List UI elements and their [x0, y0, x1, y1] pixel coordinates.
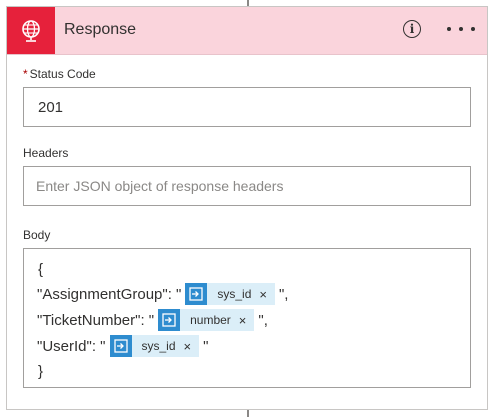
headers-input[interactable]: Enter JSON object of response headers	[23, 166, 471, 206]
remove-token-icon[interactable]: ×	[259, 287, 267, 302]
body-line-key: "UserId": "	[37, 337, 106, 355]
token-label: sys_id	[217, 287, 252, 301]
remove-token-icon[interactable]: ×	[239, 313, 247, 328]
action-icon-tile	[7, 7, 55, 54]
status-code-label-text: Status Code	[29, 67, 96, 81]
body-line-assignment-group: "AssignmentGroup": " sys_id × ",	[37, 283, 288, 305]
open-brace: {	[38, 261, 44, 278]
remove-token-icon[interactable]: ×	[184, 339, 192, 354]
more-options-icon[interactable]	[447, 19, 475, 39]
response-action-card: Response i * Status Code 201 Headers Ente…	[6, 6, 488, 410]
body-input[interactable]: { "AssignmentGroup": " sys_id × ", "Tick…	[23, 248, 471, 388]
token-label: number	[190, 313, 231, 327]
body-line-user-id: "UserId": " sys_id × "	[37, 335, 208, 357]
headers-label: Headers	[23, 146, 69, 160]
action-title: Response	[64, 21, 137, 38]
body-line-ticket-number: "TicketNumber": " number × ",	[37, 309, 268, 331]
dynamic-content-icon	[109, 335, 132, 357]
dynamic-token-sys-id[interactable]: sys_id ×	[109, 335, 200, 357]
info-icon[interactable]: i	[403, 20, 421, 38]
body-label: Body	[23, 228, 51, 242]
body-line-key: "TicketNumber": "	[37, 311, 155, 329]
required-marker: *	[23, 67, 28, 81]
status-code-label: * Status Code	[23, 67, 96, 81]
flow-connector-bottom	[247, 410, 249, 417]
status-code-input[interactable]: 201	[23, 87, 471, 127]
close-brace: }	[38, 363, 44, 380]
body-line-suffix: "	[203, 337, 209, 355]
globe-icon	[22, 19, 40, 42]
body-line-key: "AssignmentGroup": "	[37, 285, 182, 303]
dynamic-content-icon	[158, 309, 181, 331]
body-line-suffix: ",	[278, 285, 289, 303]
dynamic-token-sys-id[interactable]: sys_id ×	[185, 283, 275, 305]
dynamic-content-icon	[185, 283, 208, 305]
token-label: sys_id	[141, 339, 176, 353]
body-line-suffix: ",	[258, 311, 268, 329]
action-header[interactable]: Response i	[7, 7, 487, 55]
dynamic-token-number[interactable]: number ×	[158, 309, 255, 331]
